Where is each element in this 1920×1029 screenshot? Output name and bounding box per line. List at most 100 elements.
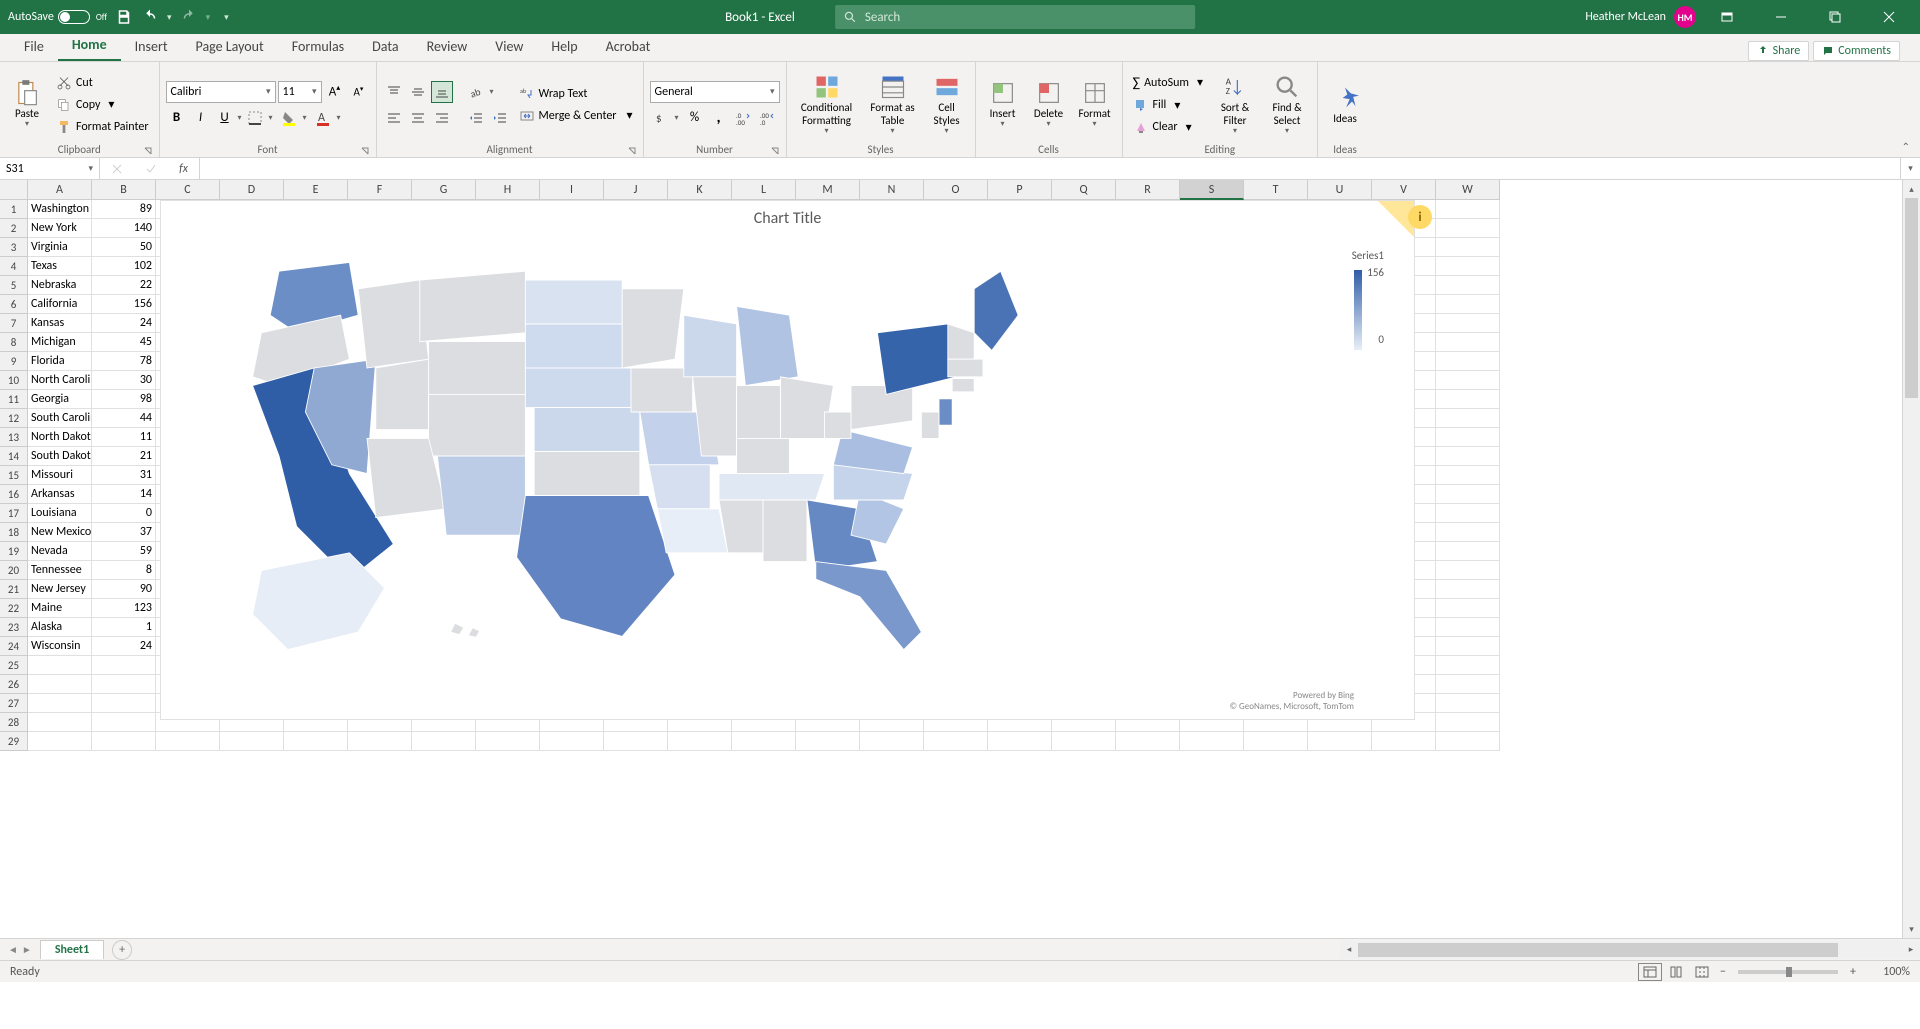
align-bottom-button[interactable]	[431, 81, 453, 103]
chart-info-icon[interactable]: i	[1408, 205, 1432, 229]
cell-W4[interactable]	[1436, 257, 1500, 276]
cell-A8[interactable]: Michigan	[28, 333, 92, 352]
row-header-2[interactable]: 2	[0, 219, 28, 238]
accounting-format-button[interactable]: $	[650, 107, 672, 129]
cell-A23[interactable]: Alaska	[28, 618, 92, 637]
cell-B23[interactable]: 1	[92, 618, 156, 637]
row-header-18[interactable]: 18	[0, 523, 28, 542]
fill-color-button[interactable]	[278, 107, 300, 129]
tab-formulas[interactable]: Formulas	[278, 32, 358, 61]
cell-F29[interactable]	[348, 732, 412, 751]
paste-button[interactable]: Paste▾	[6, 66, 48, 143]
cell-W12[interactable]	[1436, 409, 1500, 428]
cell-A29[interactable]	[28, 732, 92, 751]
insert-cells-button[interactable]: Insert▾	[982, 66, 1024, 143]
cell-W5[interactable]	[1436, 276, 1500, 295]
cell-B4[interactable]: 102	[92, 257, 156, 276]
cell-W22[interactable]	[1436, 599, 1500, 618]
page-break-view-button[interactable]	[1690, 963, 1714, 981]
vscroll-thumb[interactable]	[1905, 198, 1918, 398]
font-color-button[interactable]: A	[312, 107, 334, 129]
undo-chevron[interactable]: ▾	[167, 12, 172, 23]
autosum-button[interactable]: ∑AutoSum▾	[1129, 72, 1208, 93]
cell-B5[interactable]: 22	[92, 276, 156, 295]
cell-B2[interactable]: 140	[92, 219, 156, 238]
map-chart[interactable]: i Chart Title Series1 156 0	[160, 200, 1415, 720]
cell-B10[interactable]: 30	[92, 371, 156, 390]
orientation-button[interactable]: ab	[465, 81, 487, 103]
cell-W27[interactable]	[1436, 694, 1500, 713]
cell-L29[interactable]	[732, 732, 796, 751]
cell-G29[interactable]	[412, 732, 476, 751]
cell-A13[interactable]: North Dakota	[28, 428, 92, 447]
decrease-indent-button[interactable]	[465, 107, 487, 129]
horizontal-scrollbar[interactable]: ◂ ▸	[1340, 941, 1920, 959]
ribbon-display-options[interactable]	[1704, 3, 1750, 31]
cell-R29[interactable]	[1116, 732, 1180, 751]
cell-B16[interactable]: 14	[92, 485, 156, 504]
row-header-27[interactable]: 27	[0, 694, 28, 713]
format-painter-button[interactable]: Format Painter	[52, 117, 153, 137]
cell-S29[interactable]	[1180, 732, 1244, 751]
zoom-slider[interactable]	[1738, 970, 1838, 974]
cell-W24[interactable]	[1436, 637, 1500, 656]
cell-W23[interactable]	[1436, 618, 1500, 637]
cell-A5[interactable]: Nebraska	[28, 276, 92, 295]
cell-B28[interactable]	[92, 713, 156, 732]
user-name[interactable]: Heather McLean	[1585, 10, 1666, 24]
font-launcher[interactable]	[360, 146, 370, 156]
cell-A28[interactable]	[28, 713, 92, 732]
cell-B21[interactable]: 90	[92, 580, 156, 599]
alignment-launcher[interactable]	[627, 146, 637, 156]
cell-T29[interactable]	[1244, 732, 1308, 751]
cell-A16[interactable]: Arkansas	[28, 485, 92, 504]
cell-D29[interactable]	[220, 732, 284, 751]
page-layout-view-button[interactable]	[1664, 963, 1688, 981]
percent-button[interactable]: %	[684, 107, 706, 129]
cell-J29[interactable]	[604, 732, 668, 751]
cell-A18[interactable]: New Mexico	[28, 523, 92, 542]
sheet-tab-active[interactable]: Sheet1	[40, 940, 104, 959]
tab-data[interactable]: Data	[358, 32, 412, 61]
cell-E29[interactable]	[284, 732, 348, 751]
tab-acrobat[interactable]: Acrobat	[592, 32, 665, 61]
cell-A3[interactable]: Virginia	[28, 238, 92, 257]
cell-B19[interactable]: 59	[92, 542, 156, 561]
increase-decimal-button[interactable]: .0.00	[732, 107, 754, 129]
col-header-F[interactable]: F	[348, 180, 412, 200]
ideas-button[interactable]: Ideas	[1324, 66, 1366, 143]
sheet-nav-prev[interactable]: ◄	[8, 943, 18, 956]
col-header-S[interactable]: S	[1180, 180, 1244, 200]
tab-home[interactable]: Home	[58, 30, 121, 61]
decrease-decimal-button[interactable]: .00.0	[756, 107, 778, 129]
cell-N29[interactable]	[860, 732, 924, 751]
cell-A9[interactable]: Florida	[28, 352, 92, 371]
merge-center-button[interactable]: Merge & Center▾	[515, 106, 637, 126]
conditional-formatting-button[interactable]: Conditional Formatting▾	[793, 66, 861, 143]
cell-B22[interactable]: 123	[92, 599, 156, 618]
cell-A11[interactable]: Georgia	[28, 390, 92, 409]
tab-file[interactable]: File	[10, 32, 58, 61]
row-header-15[interactable]: 15	[0, 466, 28, 485]
row-header-5[interactable]: 5	[0, 276, 28, 295]
format-as-table-button[interactable]: Format as Table▾	[865, 66, 921, 143]
qat-customize-icon[interactable]: ▾	[224, 12, 229, 23]
cell-W11[interactable]	[1436, 390, 1500, 409]
cell-A15[interactable]: Missouri	[28, 466, 92, 485]
row-header-26[interactable]: 26	[0, 675, 28, 694]
close-button[interactable]	[1866, 3, 1912, 31]
row-header-17[interactable]: 17	[0, 504, 28, 523]
find-select-button[interactable]: Find & Select▾	[1263, 66, 1311, 143]
cell-H29[interactable]	[476, 732, 540, 751]
cell-W20[interactable]	[1436, 561, 1500, 580]
cell-B25[interactable]	[92, 656, 156, 675]
cell-W7[interactable]	[1436, 314, 1500, 333]
col-header-L[interactable]: L	[732, 180, 796, 200]
formula-input[interactable]	[200, 158, 1900, 179]
cell-A24[interactable]: Wisconsin	[28, 637, 92, 656]
user-avatar[interactable]: HM	[1674, 6, 1696, 28]
tab-view[interactable]: View	[481, 32, 537, 61]
cell-W6[interactable]	[1436, 295, 1500, 314]
col-header-Q[interactable]: Q	[1052, 180, 1116, 200]
cell-K29[interactable]	[668, 732, 732, 751]
